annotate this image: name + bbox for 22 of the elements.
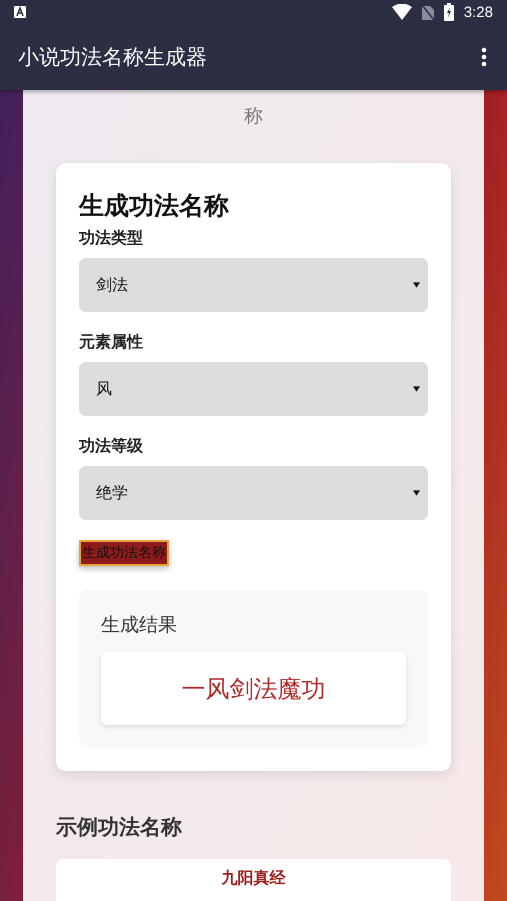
result-name: 一风剑法魔功 — [101, 652, 406, 725]
field-label: 功法等级 — [79, 436, 144, 457]
wifi-icon — [392, 4, 412, 20]
section-title: 示例功法名称 — [56, 814, 183, 841]
dropdown[interactable]: 剑法 — [79, 258, 428, 312]
caret-icon — [413, 386, 420, 392]
caret-icon — [413, 282, 420, 288]
no-sim-icon — [422, 4, 434, 20]
intro-text: 称 — [243, 104, 264, 129]
dropdown[interactable]: 风 — [79, 362, 428, 416]
card-title: 生成功法名称 — [79, 190, 230, 222]
dropdown[interactable]: 绝学 — [79, 466, 428, 520]
battery-charging-icon — [444, 3, 454, 21]
field-label: 功法类型 — [79, 228, 144, 249]
more-menu-icon[interactable] — [481, 47, 487, 67]
app-title: 小说功法名称生成器 — [18, 44, 207, 71]
status-time: 3:28 — [464, 4, 493, 20]
app-notification-icon — [14, 6, 26, 18]
result-title: 生成结果 — [101, 613, 178, 638]
caret-icon — [413, 490, 420, 496]
example-name: 九阳真经 — [222, 868, 286, 889]
field-label: 元素属性 — [79, 332, 144, 353]
